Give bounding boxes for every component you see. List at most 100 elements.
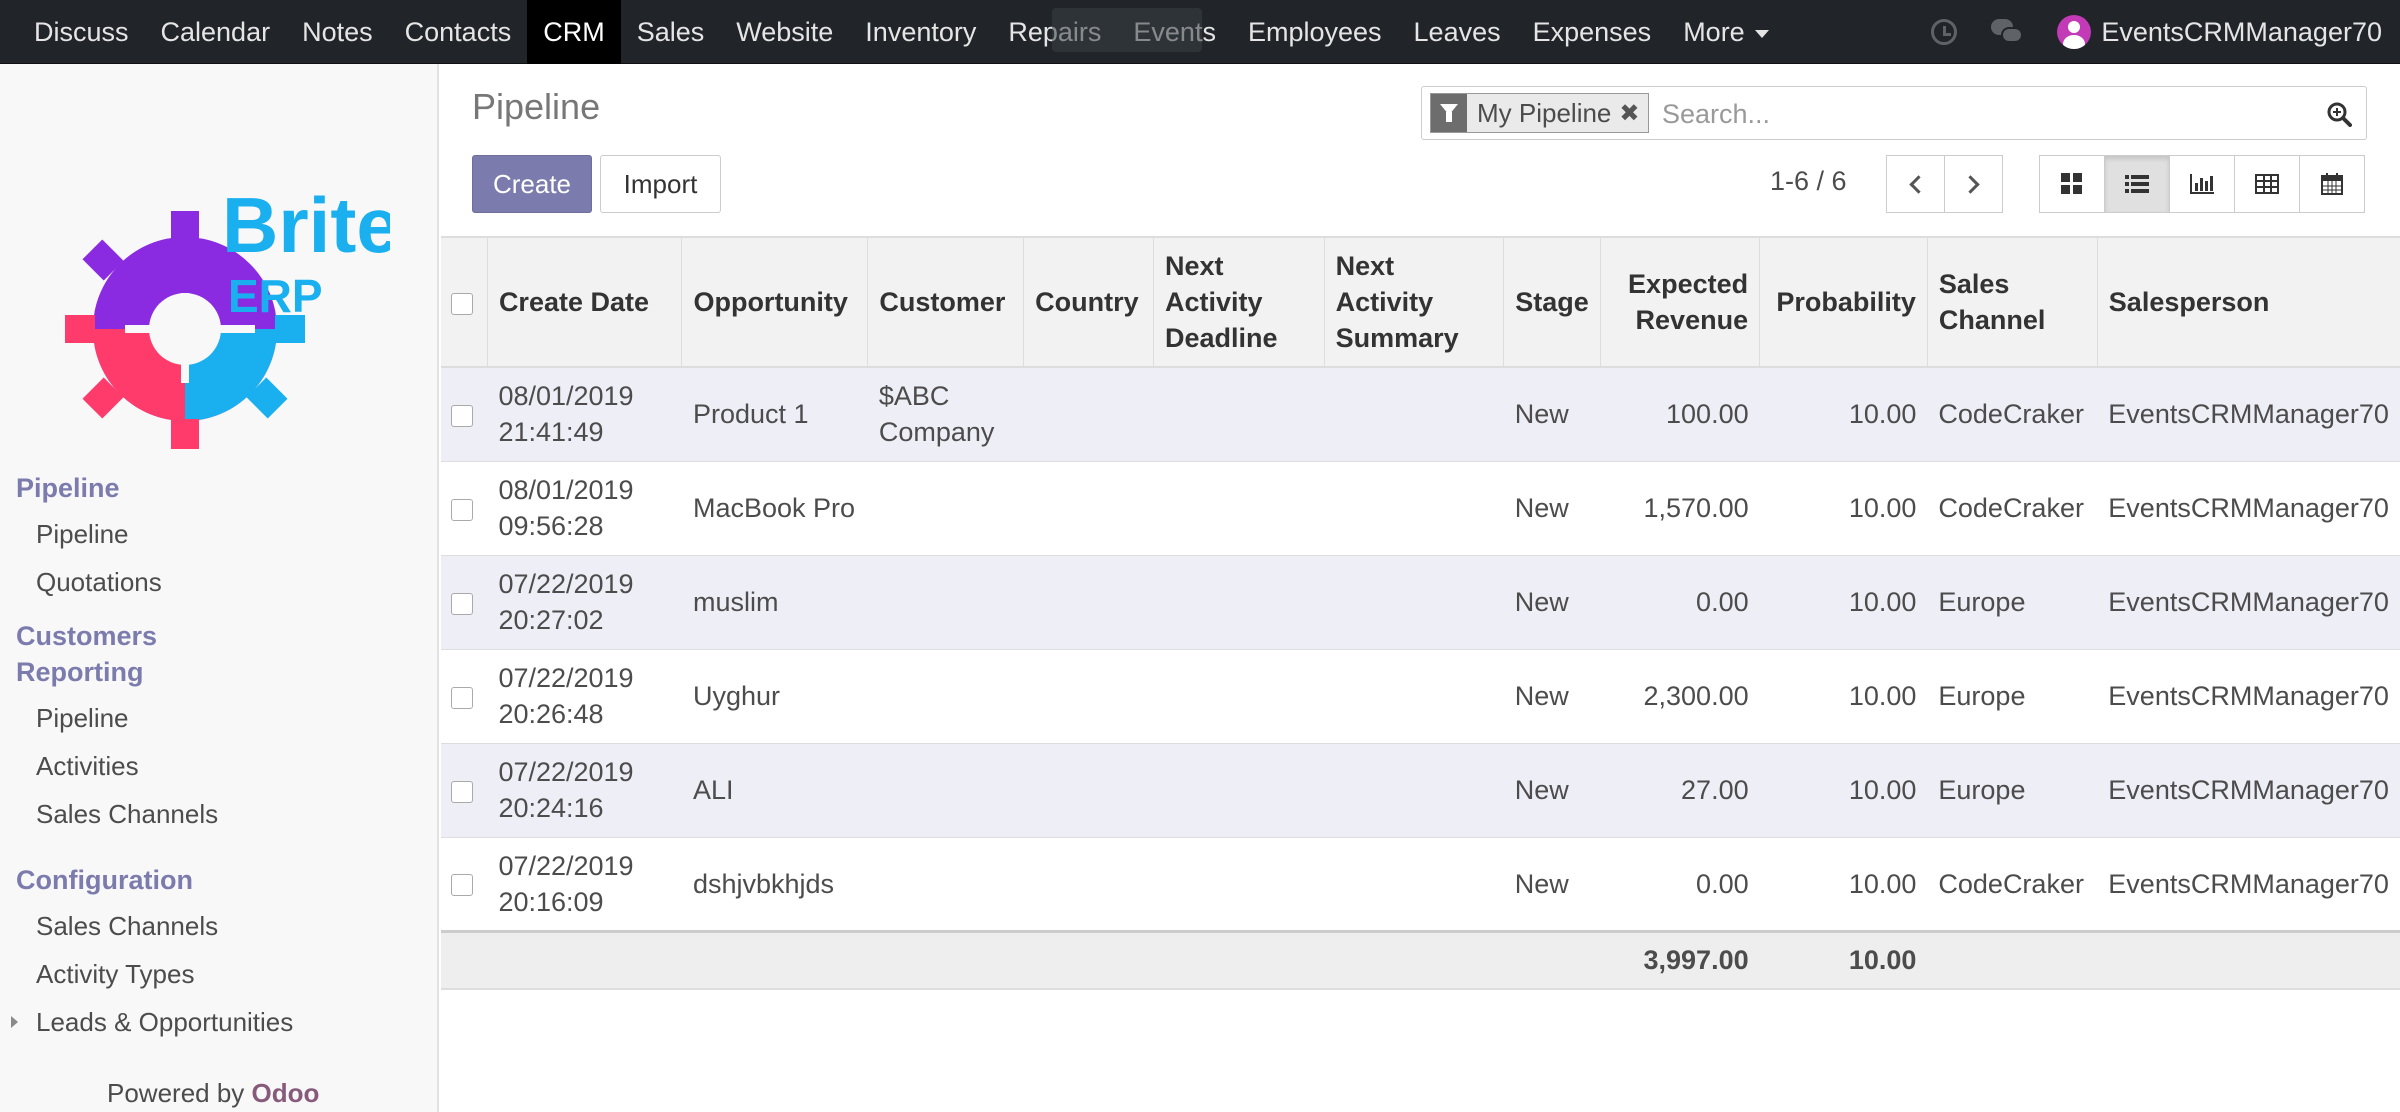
table-row[interactable]: 07/22/2019 20:16:09 dshjvbkhjds New 0.00 10.0… [441,837,2400,931]
pipeline-list-table: Create Date Opportunity Customer Country Nex… [441,236,2400,990]
cell-summary [1324,837,1504,931]
table-row[interactable]: 07/22/2019 20:24:16 ALI New 27.00 10.00 Europe… [441,743,2400,837]
cell-revenue: 0.00 [1696,868,1749,899]
app-menu-more[interactable]: More [1667,0,1785,64]
cell-opportunity: dshjvbkhjds [692,868,835,899]
cell-channel: CodeCraker [1938,868,2084,899]
cell-customer [868,649,1024,743]
sidebar-item-sales-channels[interactable]: Sales Channels [36,908,218,944]
app-menu-notes[interactable]: Notes [286,0,389,64]
sidebar-item-activities[interactable]: Activities [36,748,139,784]
calendar-view-button[interactable] [2299,155,2365,213]
systray: EventsCRMManager70 [1931,0,2382,64]
cell-customer [868,743,1024,837]
total-expected-revenue: 3,997.00 [1643,945,1749,976]
facet-remove-icon[interactable]: ✖ [1619,99,1647,128]
cell-stage: New [1514,399,1569,430]
create-date-time: 20:16:09 [498,886,604,917]
app-menu-website[interactable]: Website [720,0,849,64]
table-row[interactable]: 08/01/2019 09:56:28 MacBook Pro New 1,570.00… [441,461,2400,555]
column-header-create-date[interactable]: Create Date [486,236,682,368]
cell-customer: $ABC Company [878,381,995,448]
sidebar-section-customers-reporting[interactable]: Customers Reporting [16,618,186,690]
cell-probability: 10.00 [1848,681,1917,711]
app-menu-crm[interactable]: CRM [527,0,621,64]
pager-previous-button[interactable] [1886,155,1945,213]
table-row[interactable]: 07/22/2019 20:26:48 Uyghur New 2,300.00 10.00… [441,649,2400,743]
column-header-opportunity[interactable]: Opportunity [681,236,868,368]
create-date-time: 20:24:16 [498,793,604,823]
app-menu-calendar[interactable]: Calendar [145,0,287,64]
sidebar-item-sales-channels[interactable]: Sales Channels [36,796,218,832]
list-view-button[interactable] [2104,155,2170,213]
cell-stage: New [1514,681,1569,711]
import-button[interactable]: Import [600,155,721,213]
pager-next-button[interactable] [1944,155,2003,213]
avatar[interactable] [2057,15,2092,49]
cell-customer [868,837,1024,931]
column-header-sales-channel[interactable]: Sales Channel [1926,236,2098,368]
column-header-salesperson[interactable]: Salesperson [2096,236,2400,368]
chat-icon[interactable] [1991,19,2024,45]
search-icon[interactable] [2326,101,2352,127]
row-checkbox[interactable] [451,405,473,428]
pager-value[interactable]: 1-6 / 6 [1770,166,1847,197]
sidebar-section-configuration[interactable]: Configuration [16,862,193,898]
search-input[interactable] [1662,95,2302,133]
sidebar-section-pipeline[interactable]: Pipeline [16,470,120,506]
cell-opportunity: ALI [692,775,734,805]
create-date-day: 07/22/2019 [498,850,634,881]
list-icon [2125,175,2149,193]
sidebar-item-activity-types[interactable]: Activity Types [36,956,194,992]
table-row[interactable]: 08/01/2019 21:41:49 Product 1 $ABC Company N… [441,367,2400,461]
column-header-stage[interactable]: Stage [1503,236,1601,368]
page-title: Pipeline [472,86,601,127]
app-menu-expenses[interactable]: Expenses [1517,0,1668,64]
table-row[interactable]: 07/22/2019 20:27:02 muslim New 0.00 10.00 Euro… [441,555,2400,649]
chevron-left-icon [1909,174,1928,194]
cell-salesperson: EventsCRMManager70 [2108,681,2389,711]
cell-revenue: 2,300.00 [1643,681,1749,711]
cell-create-date: 08/01/2019 09:56:28 [487,461,682,555]
column-header-probability[interactable]: Probability [1759,236,1928,368]
graph-view-button[interactable] [2169,155,2235,213]
select-all-checkbox[interactable] [451,292,473,315]
cell-probability: 10.00 [1848,493,1917,523]
row-checkbox[interactable] [451,686,473,709]
sidebar-item-pipeline[interactable]: Pipeline [36,700,129,736]
calendar-icon [2321,173,2343,195]
app-menu-contacts[interactable]: Contacts [389,0,528,64]
app-menu-inventory[interactable]: Inventory [849,0,992,64]
app-menu-sales[interactable]: Sales [621,0,721,64]
pivot-view-button[interactable] [2234,155,2300,213]
clock-icon[interactable] [1931,19,1958,45]
row-checkbox[interactable] [451,780,473,803]
user-menu[interactable]: EventsCRMManager70 [2101,17,2382,48]
sidebar-item-quotations[interactable]: Quotations [36,564,162,600]
column-header-expected-revenue[interactable]: Expected Revenue [1599,236,1760,368]
cell-summary [1324,743,1504,837]
kanban-view-button[interactable] [2039,155,2105,213]
row-checkbox[interactable] [451,874,473,897]
create-date-time: 20:26:48 [498,699,604,729]
create-date-day: 08/01/2019 [498,381,634,412]
app-menu-employees[interactable]: Employees [1232,0,1398,64]
column-header-next-activity-summary[interactable]: Next Activity Summary [1323,236,1504,368]
sidebar-item-pipeline[interactable]: Pipeline [36,516,129,552]
cell-summary [1324,555,1504,649]
odoo-link[interactable]: Odoo [252,1078,320,1108]
row-checkbox[interactable] [451,592,473,615]
create-button[interactable]: Create [472,155,592,213]
column-header-country[interactable]: Country [1023,236,1154,368]
cell-create-date: 07/22/2019 20:16:09 [487,837,682,931]
caret-right-icon[interactable] [11,1016,18,1028]
column-header-next-activity-deadline[interactable]: Next Activity Deadline [1152,236,1325,368]
app-menu-leaves[interactable]: Leaves [1398,0,1517,64]
row-checkbox[interactable] [451,498,473,521]
sidebar-item-leads-opportunities[interactable]: Leads & Opportunities [36,1004,293,1040]
search-box: My Pipeline ✖ [1421,86,2367,140]
cell-opportunity: Uyghur [692,681,780,711]
cell-salesperson: EventsCRMManager70 [2108,868,2389,899]
column-header-customer[interactable]: Customer [867,236,1024,368]
app-menu-discuss[interactable]: Discuss [18,0,145,64]
